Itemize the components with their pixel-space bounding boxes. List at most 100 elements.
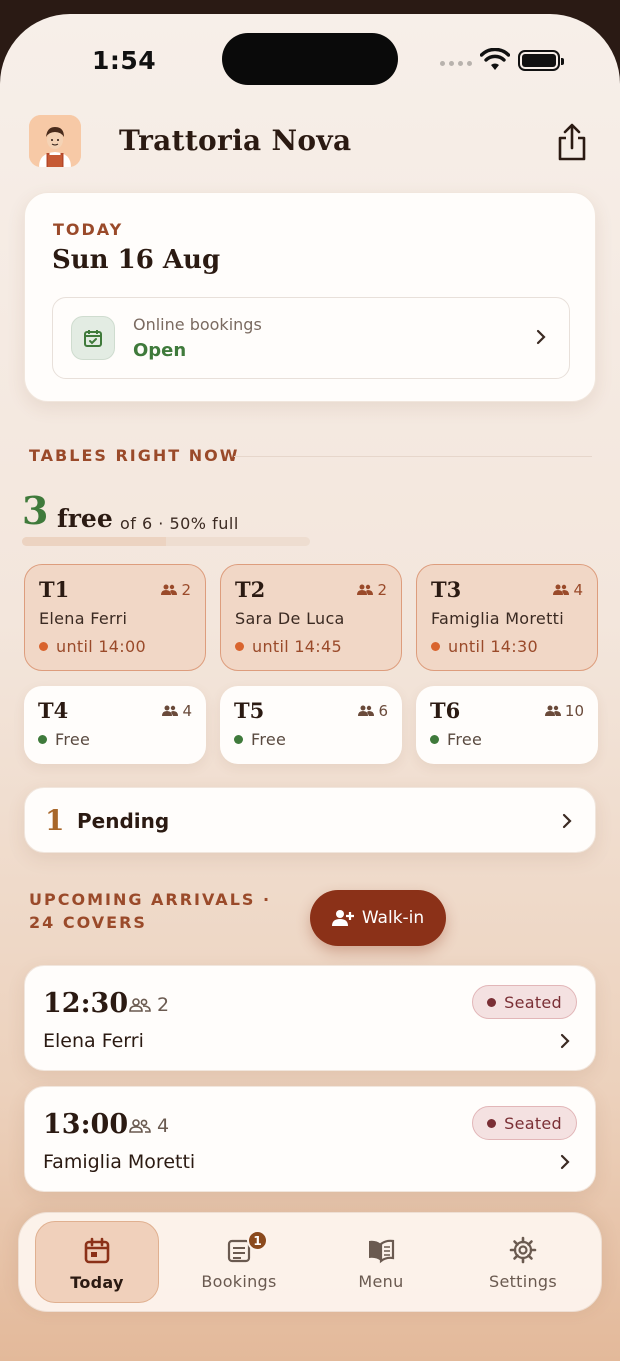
cellular-icon <box>440 61 472 66</box>
seat-count: 10 <box>564 702 584 720</box>
online-bookings-row[interactable]: Online bookings Open <box>52 297 570 379</box>
table-status: Free <box>38 730 90 749</box>
upcoming-section-title: UPCOMING ARRIVALS · 24 COVERS <box>29 890 272 932</box>
table-tile-t1[interactable]: T1 2 Elena Ferri until 14:00 <box>24 564 206 671</box>
party-size: 4 <box>157 1115 170 1137</box>
table-tile-t3[interactable]: T3 4 Famiglia Moretti until 14:30 <box>416 564 598 671</box>
today-card: TODAY Sun 16 Aug Online bookings Open <box>24 192 596 402</box>
chevron-right-icon <box>562 813 572 829</box>
table-seats: 10 <box>544 702 584 720</box>
today-date: Sun 16 Aug <box>52 245 221 275</box>
pending-button[interactable]: 1 Pending <box>24 787 596 853</box>
add-person-icon <box>331 910 354 926</box>
tab-label: Menu <box>358 1272 404 1291</box>
table-name: T3 <box>431 577 462 602</box>
table-guest: Sara De Luca <box>235 609 345 628</box>
page-title: Trattoria Nova <box>119 124 352 157</box>
until-text: until 14:30 <box>448 637 538 656</box>
seat-count: 6 <box>378 702 388 720</box>
table-name: T2 <box>235 577 266 602</box>
free-word: free <box>57 504 113 533</box>
table-tile-t2[interactable]: T2 2 Sara De Luca until 14:45 <box>220 564 402 671</box>
people-outline-icon <box>129 1119 151 1133</box>
status-text: Free <box>251 730 287 749</box>
table-name: T1 <box>39 577 70 602</box>
occupied-dot <box>235 642 244 651</box>
tab-label: Bookings <box>201 1272 277 1291</box>
arrival-item[interactable]: 13:00 4 Famiglia Moretti Seated <box>24 1086 596 1192</box>
status-time: 1:54 <box>92 46 157 75</box>
arrival-name: Elena Ferri <box>43 1030 144 1052</box>
people-icon <box>358 705 375 716</box>
online-bookings-status: Open <box>133 340 187 361</box>
chevron-right-icon <box>536 329 546 345</box>
status-text: Seated <box>504 992 562 1012</box>
calendar-icon <box>84 1237 110 1264</box>
walk-in-label: Walk-in <box>361 908 425 928</box>
free-dot <box>234 735 243 744</box>
status-badge: Seated <box>472 1106 577 1140</box>
avatar[interactable] <box>29 115 81 167</box>
occupancy-bar <box>22 537 310 546</box>
share-icon[interactable] <box>552 120 592 164</box>
seat-count: 2 <box>377 581 387 599</box>
status-text: Free <box>447 730 483 749</box>
tab-bookings[interactable]: 1 Bookings <box>177 1221 301 1303</box>
seat-count: 4 <box>573 581 583 599</box>
free-dot <box>430 735 439 744</box>
bookings-badge: 1 <box>247 1230 268 1251</box>
seat-count: 4 <box>182 702 192 720</box>
chevron-right-icon <box>560 1154 570 1170</box>
tab-settings[interactable]: Settings <box>461 1221 585 1303</box>
calendar-check-icon <box>71 316 115 360</box>
tab-menu[interactable]: Menu <box>319 1221 443 1303</box>
people-icon <box>162 705 179 716</box>
table-tile-t6[interactable]: T6 10 Free <box>416 686 598 764</box>
gear-icon <box>509 1236 537 1264</box>
table-status: Free <box>430 730 482 749</box>
table-seats: 4 <box>553 581 583 599</box>
table-seats: 4 <box>162 702 192 720</box>
seated-dot <box>487 997 497 1007</box>
pending-label: Pending <box>77 809 170 833</box>
tables-section-title: TABLES RIGHT NOW <box>29 446 240 465</box>
until-text: until 14:45 <box>252 637 342 656</box>
people-icon <box>553 584 570 595</box>
arrival-name: Famiglia Moretti <box>43 1151 196 1173</box>
table-seats: 2 <box>357 581 387 599</box>
people-icon <box>161 584 178 595</box>
section-divider <box>234 456 592 457</box>
status-text: Free <box>55 730 91 749</box>
status-badge: Seated <box>472 985 577 1019</box>
people-icon <box>357 584 374 595</box>
pending-count: 1 <box>45 804 65 837</box>
arrival-party: 4 <box>129 1115 169 1137</box>
tab-label: Today <box>70 1273 124 1292</box>
table-tile-t4[interactable]: T4 4 Free <box>24 686 206 764</box>
occupancy-bar-fill <box>22 537 166 546</box>
people-icon <box>544 705 561 716</box>
occupied-dot <box>431 642 440 651</box>
table-until: until 14:00 <box>39 637 146 656</box>
seated-dot <box>487 1118 497 1128</box>
dynamic-island <box>222 33 398 85</box>
arrival-item[interactable]: 12:30 2 Elena Ferri Seated <box>24 965 596 1071</box>
menu-book-icon <box>369 1239 395 1264</box>
table-status: Free <box>234 730 286 749</box>
tab-today[interactable]: Today <box>35 1221 159 1303</box>
arrival-time: 13:00 <box>43 1109 129 1140</box>
tab-label: Settings <box>488 1272 558 1291</box>
table-name: T5 <box>234 698 265 723</box>
table-tile-t5[interactable]: T5 6 Free <box>220 686 402 764</box>
arrival-party: 2 <box>129 994 169 1016</box>
free-count: 3 <box>22 488 49 533</box>
seat-count: 2 <box>181 581 191 599</box>
wifi-icon <box>480 48 510 70</box>
battery-icon <box>518 50 564 71</box>
walk-in-button[interactable]: Walk-in <box>310 890 446 946</box>
people-outline-icon <box>129 998 151 1012</box>
table-guest: Elena Ferri <box>39 609 128 628</box>
occupied-dot <box>39 642 48 651</box>
table-name: T6 <box>430 698 461 723</box>
online-bookings-label: Online bookings <box>133 315 262 334</box>
